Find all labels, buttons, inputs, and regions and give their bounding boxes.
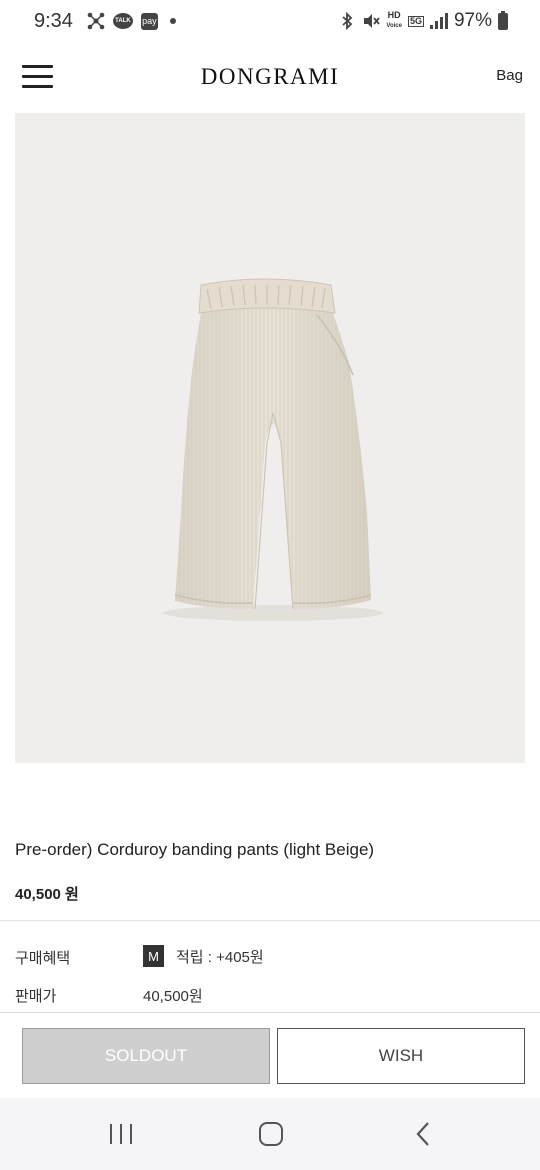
- status-time: 9:34: [34, 9, 73, 32]
- kakaotalk-icon: TALK: [112, 13, 133, 29]
- voice-label: Voice: [386, 23, 402, 29]
- home-icon[interactable]: [250, 1120, 290, 1148]
- benefit-value: 적립 : +405원: [176, 948, 264, 966]
- site-header: DONGRAMI Bag: [0, 42, 540, 112]
- membership-badge: M: [143, 945, 164, 967]
- status-bar: 9:34 TALK pay HD Voice 5G 97%: [0, 0, 540, 42]
- mute-icon: [362, 12, 381, 30]
- 5g-icon: 5G: [407, 15, 424, 27]
- pay-icon: pay: [140, 12, 158, 30]
- purchase-bar: SOLDOUT WISH: [0, 1012, 540, 1098]
- benefit-label: 구매혜택: [15, 950, 71, 967]
- sale-price-label: 판매가: [15, 988, 57, 1005]
- system-nav-bar: [0, 1098, 540, 1170]
- site-logo[interactable]: DONGRAMI: [0, 64, 540, 90]
- more-notifications-icon: [169, 18, 176, 24]
- pants-illustration: [163, 278, 383, 621]
- divider: [0, 920, 540, 921]
- soldout-button[interactable]: SOLDOUT: [22, 1028, 270, 1084]
- recent-apps-icon[interactable]: [101, 1120, 141, 1148]
- product-price: 40,500 원: [15, 886, 79, 903]
- bluetooth-icon: [338, 12, 356, 30]
- back-icon[interactable]: [404, 1120, 444, 1148]
- product-title: Pre-order) Corduroy banding pants (light…: [15, 840, 375, 859]
- sale-price-value: 40,500원: [143, 988, 203, 1005]
- signal-icon: [429, 13, 448, 29]
- hd-label: HD: [387, 10, 401, 20]
- battery-level: 97%: [453, 10, 492, 31]
- wish-button[interactable]: WISH: [277, 1028, 525, 1084]
- network-share-icon: [87, 12, 105, 30]
- battery-icon: [498, 10, 508, 30]
- benefit-row: M 적립 : +405원: [143, 945, 264, 967]
- product-image: [15, 113, 525, 763]
- hd-voice-icon: HD Voice: [386, 11, 402, 31]
- bag-link[interactable]: Bag: [496, 67, 523, 84]
